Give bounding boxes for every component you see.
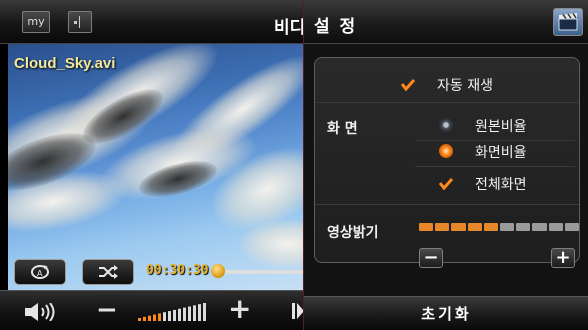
divider bbox=[315, 102, 579, 103]
settings-header: 설 정 bbox=[304, 0, 588, 44]
volume-bar-segment bbox=[173, 309, 176, 321]
brightness-segment bbox=[467, 223, 482, 231]
shuffle-button[interactable] bbox=[82, 259, 134, 285]
settings-close-button[interactable] bbox=[553, 8, 583, 36]
brightness-segment bbox=[419, 223, 434, 231]
volume-bar-segment bbox=[138, 318, 141, 321]
settings-options-box: 자동 재생 화 면 원본비율 화면비율 전체화면 영상밝기 − + bbox=[314, 57, 580, 268]
speaker-icon[interactable] bbox=[24, 303, 58, 321]
volume-down-button[interactable]: − bbox=[96, 297, 118, 323]
divider bbox=[315, 204, 579, 205]
my-button[interactable]: my bbox=[22, 11, 50, 33]
fullscreen-label: 전체화면 bbox=[475, 177, 527, 193]
brightness-down-button[interactable]: − bbox=[419, 248, 443, 268]
volume-bar-segment bbox=[148, 315, 151, 321]
elapsed-time: 00:30:30 bbox=[146, 263, 209, 278]
divider bbox=[415, 140, 575, 141]
brightness-segment bbox=[500, 223, 515, 231]
clapperboard-icon bbox=[558, 13, 578, 31]
volume-bar-segment bbox=[158, 313, 161, 321]
svg-text:A: A bbox=[37, 269, 43, 278]
aspect-screen-label: 화면비율 bbox=[475, 145, 527, 161]
aspect-screen-radio[interactable] bbox=[439, 144, 453, 158]
brightness-segment bbox=[548, 223, 563, 231]
video-filename: Cloud_Sky.avi bbox=[14, 55, 116, 72]
video-player: my 비디오 Cloud_Sky.avi A 00:30:30 bbox=[0, 0, 304, 330]
volume-bar-segment bbox=[178, 308, 181, 321]
divider bbox=[415, 166, 575, 167]
volume-up-button[interactable]: + bbox=[228, 295, 251, 323]
settings-panel: 설 정 자동 재생 화 면 원본비율 화면비율 전체화면 영상밝기 − + 초기… bbox=[303, 0, 588, 330]
video-frame[interactable] bbox=[8, 44, 304, 290]
brightness-segment bbox=[451, 223, 466, 231]
brightness-segment bbox=[516, 223, 531, 231]
volume-bar-segment bbox=[183, 307, 186, 321]
panel-toggle-button[interactable] bbox=[68, 11, 92, 33]
fullscreen-checkbox[interactable] bbox=[439, 177, 453, 191]
volume-bar-segment bbox=[188, 306, 191, 321]
volume-bar-segment bbox=[163, 312, 166, 321]
volume-bar-segment bbox=[153, 314, 156, 321]
shuffle-icon bbox=[99, 265, 118, 279]
seek-bar[interactable] bbox=[216, 270, 304, 274]
brightness-segment bbox=[564, 223, 580, 231]
autoplay-checkbox[interactable] bbox=[401, 78, 415, 92]
volume-bar-segment bbox=[203, 303, 206, 321]
player-title: 비디오 bbox=[274, 18, 304, 38]
repeat-icon: A bbox=[31, 265, 49, 279]
brightness-bar[interactable] bbox=[419, 223, 580, 231]
aspect-original-radio[interactable] bbox=[439, 118, 453, 132]
repeat-button[interactable]: A bbox=[14, 259, 66, 285]
player-bottom-bar: − + bbox=[0, 290, 304, 330]
volume-bar-segment bbox=[193, 305, 196, 321]
seek-thumb[interactable] bbox=[211, 264, 225, 278]
reset-button[interactable]: 초기화 bbox=[304, 296, 588, 330]
settings-title: 설 정 bbox=[314, 17, 358, 37]
player-top-bar: my 비디오 bbox=[0, 0, 304, 44]
autoplay-label: 자동 재생 bbox=[437, 78, 493, 94]
volume-level-indicator bbox=[138, 303, 206, 321]
volume-bar-segment bbox=[198, 304, 201, 321]
volume-bar-segment bbox=[168, 311, 171, 321]
brightness-segment bbox=[435, 223, 450, 231]
brightness-up-button[interactable]: + bbox=[551, 248, 575, 268]
aspect-original-label: 원본비율 bbox=[475, 119, 527, 135]
brightness-segment bbox=[532, 223, 547, 231]
brightness-label: 영상밝기 bbox=[327, 225, 379, 241]
screen-section-label: 화 면 bbox=[327, 121, 358, 137]
volume-bar-segment bbox=[143, 316, 146, 321]
brightness-segment bbox=[483, 223, 499, 231]
